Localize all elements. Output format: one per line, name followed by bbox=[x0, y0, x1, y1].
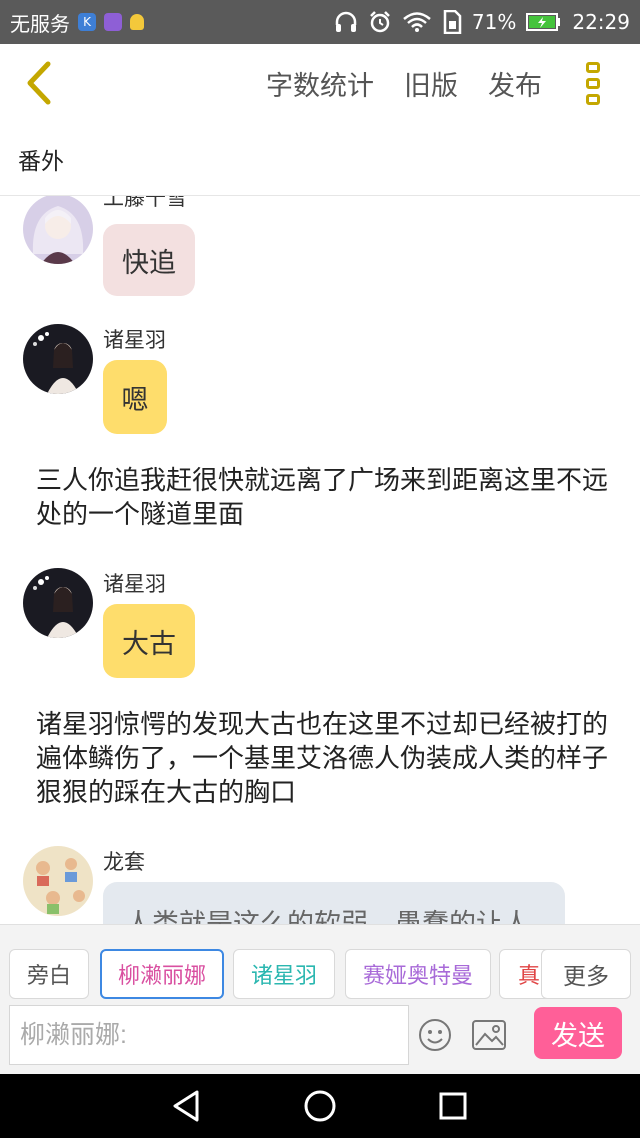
role-chip-label: 赛娅奥特曼 bbox=[362, 964, 473, 989]
emoji-icon[interactable] bbox=[418, 1018, 452, 1052]
image-icon[interactable] bbox=[472, 1020, 506, 1050]
role-chip[interactable]: 诸星羽 bbox=[233, 949, 335, 999]
role-chip-label: 诸星羽 bbox=[250, 964, 317, 989]
alarm-icon bbox=[370, 11, 390, 33]
app-bar: 字数统计 旧版 发布 bbox=[0, 44, 640, 122]
message-text: 快追 bbox=[122, 247, 176, 279]
message-bubble[interactable]: 快追 bbox=[103, 224, 195, 296]
message-bubble[interactable]: 大古 bbox=[103, 604, 195, 678]
headphones-icon bbox=[335, 11, 357, 32]
chat-message: 诸星羽 大古 bbox=[23, 568, 583, 680]
wifi-icon bbox=[403, 12, 431, 32]
battery-percent: 71% bbox=[471, 10, 517, 34]
message-text: 人类就是这么的软弱，愚蠢的让人 bbox=[125, 902, 530, 924]
role-chip-selected[interactable]: 柳濑丽娜 bbox=[100, 949, 224, 999]
role-chip-label: 真 bbox=[518, 964, 541, 989]
avatar[interactable] bbox=[23, 846, 93, 916]
message-bubble[interactable]: 嗯 bbox=[103, 360, 167, 434]
role-chip[interactable]: 赛娅奥特曼 bbox=[345, 949, 491, 999]
narration-text: 三人你追我赶很快就远离了广场来到距离这里不远处的一个隧道里面 bbox=[36, 466, 609, 530]
message-text: 大古 bbox=[122, 628, 176, 660]
sender-name: 诸星羽 bbox=[103, 572, 166, 596]
carrier-text: 无服务 bbox=[10, 11, 70, 36]
chat-message: 龙套 人类就是这么的软弱，愚蠢的让人 bbox=[23, 846, 583, 924]
message-bubble[interactable]: 人类就是这么的软弱，愚蠢的让人 bbox=[103, 882, 565, 924]
sim-icon bbox=[443, 10, 462, 34]
battery-icon bbox=[526, 13, 561, 31]
gallery-icon bbox=[104, 13, 122, 31]
message-input[interactable] bbox=[9, 1005, 409, 1065]
more-options-icon[interactable] bbox=[586, 62, 600, 105]
sender-name: 龙套 bbox=[103, 850, 145, 874]
bulb-icon bbox=[130, 14, 144, 30]
sender-name: 工藤千雪 bbox=[103, 196, 187, 210]
composer-panel: 旁白 柳濑丽娜 诸星羽 赛娅奥特曼 真 更多 柳濑丽娜: 发送 bbox=[0, 924, 640, 1074]
avatar[interactable] bbox=[23, 196, 93, 264]
clock-time: 22:29 bbox=[572, 10, 630, 34]
recents-square-icon[interactable] bbox=[435, 1088, 471, 1124]
system-nav-bar bbox=[0, 1074, 640, 1138]
app-root: 无服务 K 71% 22:29 字数统计 旧版 发布 番外 工藤千雪 快追 诸星… bbox=[0, 0, 640, 1138]
word-count-button[interactable]: 字数统计 bbox=[266, 64, 374, 103]
message-text: 嗯 bbox=[121, 384, 149, 416]
role-chip-label: 旁白 bbox=[26, 964, 71, 989]
status-bar: 无服务 K 71% 22:29 bbox=[0, 0, 640, 44]
chapter-title: 番外 bbox=[18, 149, 64, 175]
avatar[interactable] bbox=[23, 324, 93, 394]
role-chip[interactable]: 旁白 bbox=[9, 949, 89, 999]
chat-message: 诸星羽 嗯 bbox=[23, 324, 583, 436]
old-version-button[interactable]: 旧版 bbox=[404, 64, 458, 103]
back-arrow-icon[interactable] bbox=[20, 58, 60, 108]
more-roles-button[interactable]: 更多 bbox=[541, 949, 631, 999]
home-circle-icon[interactable] bbox=[302, 1088, 338, 1124]
back-triangle-icon[interactable] bbox=[169, 1088, 205, 1124]
chat-message: 工藤千雪 快追 bbox=[23, 196, 583, 302]
k-app-icon: K bbox=[78, 13, 96, 31]
send-button[interactable]: 发送 bbox=[534, 1007, 622, 1059]
sender-name: 诸星羽 bbox=[103, 328, 166, 352]
chapter-header: 番外 bbox=[0, 122, 640, 196]
chat-area[interactable]: 工藤千雪 快追 诸星羽 嗯 三人你追我赶很快就远离了广场来到距离这里不远处的一个… bbox=[0, 196, 640, 924]
narration-text: 诸星羽惊愕的发现大古也在这里不过却已经被打的遍体鳞伤了，一个基里艾洛德人伪装成人… bbox=[36, 710, 609, 808]
publish-button[interactable]: 发布 bbox=[488, 64, 542, 103]
role-chip-label: 柳濑丽娜 bbox=[117, 964, 206, 989]
avatar[interactable] bbox=[23, 568, 93, 638]
